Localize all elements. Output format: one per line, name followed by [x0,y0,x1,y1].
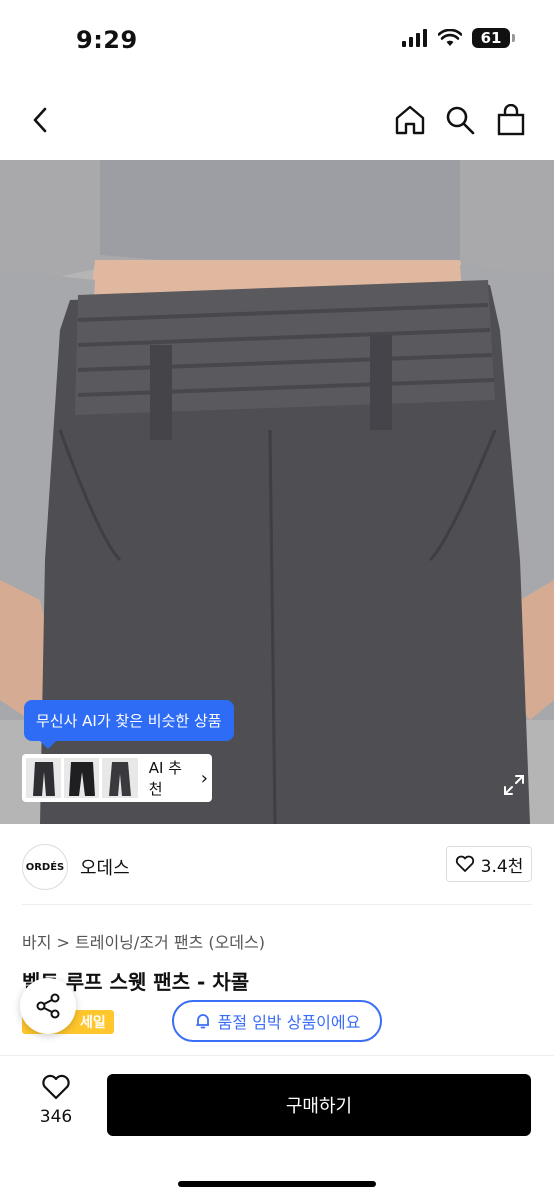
search-button[interactable] [440,100,480,140]
buy-button[interactable]: 구매하기 [107,1074,531,1136]
stock-notice-pill[interactable]: 품절 임박 상품이에요 [172,1000,382,1042]
share-button[interactable] [20,978,76,1034]
stock-notice-text: 품절 임박 상품이에요 [217,1013,361,1032]
status-time: 9:29 [76,26,138,54]
nav-bar [0,80,554,160]
wifi-icon [438,29,462,46]
status-bar: 9:29 61 [0,0,554,80]
battery-icon: 61 [472,28,515,48]
expand-icon [504,775,524,795]
ai-similar-bubble[interactable]: 무신사 AI가 찾은 비슷한 상품 [24,700,234,749]
heart-icon [455,855,474,872]
bell-icon [195,1014,209,1029]
home-indicator [178,1181,376,1187]
brand-like-button[interactable]: 3.4천 [446,846,532,882]
chevron-right-icon: › [200,767,208,789]
home-button[interactable] [390,100,430,140]
expand-button[interactable] [497,768,531,802]
heart-icon [42,1074,70,1100]
ai-thumb-2 [64,758,100,798]
status-icons: 61 [402,28,515,48]
ai-thumb-1 [26,758,62,798]
share-icon [36,993,60,1019]
chevron-left-icon [33,107,47,133]
bottom-bar: 346 구매하기 [0,1055,554,1201]
wishlist-button[interactable]: 346 [28,1074,84,1127]
wishlist-count: 346 [39,1107,73,1127]
back-button[interactable] [20,100,60,140]
breadcrumb[interactable]: 바지 > 트레이닝/조거 팬츠 (오데스) [22,929,265,953]
ai-thumb-3 [102,758,138,798]
brand-like-count: 3.4천 [480,856,524,877]
brand-logo[interactable]: ORDÉS [22,844,68,890]
signal-icon [402,29,427,47]
bag-icon [497,104,525,136]
search-icon [446,106,475,135]
ai-recommend-strip[interactable]: AI 추천 › [22,754,212,802]
home-icon [395,105,425,135]
ai-recommend-label: AI 추천 [148,759,182,798]
cart-button[interactable] [491,100,531,140]
brand-row[interactable]: ORDÉS 오데스 3.4천 [0,826,554,906]
divider [22,904,532,905]
brand-name[interactable]: 오데스 [80,854,130,880]
